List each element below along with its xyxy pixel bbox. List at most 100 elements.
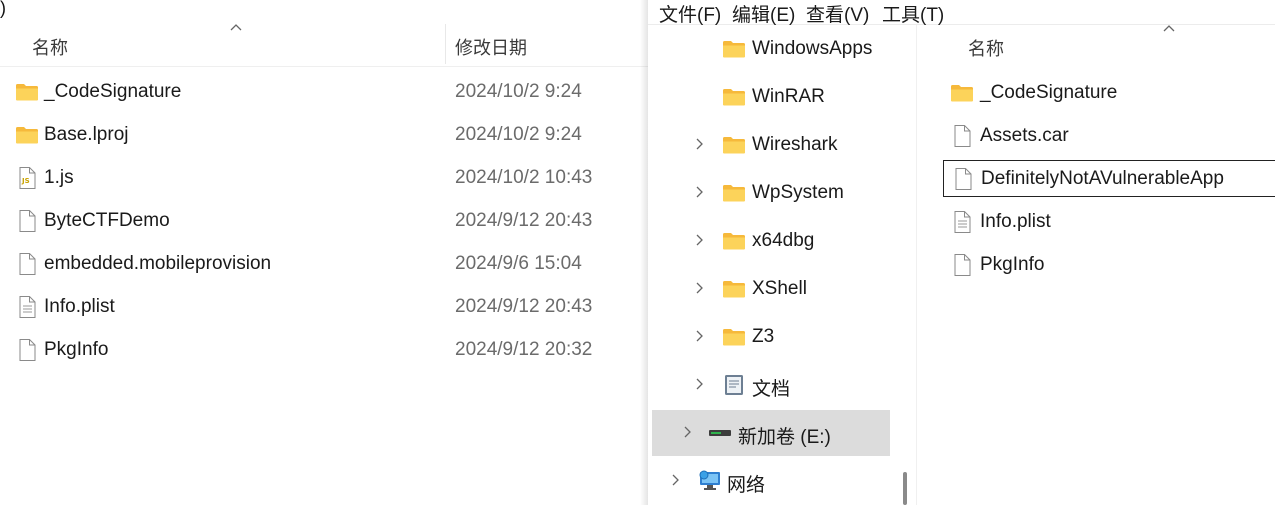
column-divider[interactable] xyxy=(445,24,446,64)
file-name: ByteCTFDemo xyxy=(44,210,170,231)
text-file-icon xyxy=(15,295,39,319)
file-icon xyxy=(15,338,39,362)
nav-item[interactable]: WinRAR xyxy=(648,74,918,120)
nav-item[interactable]: 文档 xyxy=(648,362,918,408)
file-row[interactable]: PkgInfo 2024/9/12 20:32 xyxy=(0,329,648,372)
menu-bar: 文件(F) 编辑(E) 查看(V) 工具(T) xyxy=(648,0,1275,27)
nav-item[interactable]: 网络 xyxy=(648,458,918,504)
chevron-right-icon[interactable] xyxy=(692,280,708,296)
pane-divider[interactable] xyxy=(916,25,917,505)
file-name: PkgInfo xyxy=(44,339,109,360)
nav-item-label: 新加卷 (E:) xyxy=(738,427,831,448)
file-modified-date: 2024/9/12 20:32 xyxy=(455,339,593,360)
sort-ascending-icon[interactable] xyxy=(1162,22,1176,34)
file-row[interactable]: JS 1.js 2024/10/2 10:43 xyxy=(0,157,648,200)
nav-item[interactable]: WpSystem xyxy=(648,170,918,216)
file-name: PkgInfo xyxy=(980,254,1045,275)
nav-item-label: 文档 xyxy=(752,379,791,400)
column-header-name[interactable]: 名称 xyxy=(32,34,68,60)
right-explorer-window: 文件(F) 编辑(E) 查看(V) 工具(T) WindowsApps WinRA… xyxy=(640,0,1275,505)
folder-icon xyxy=(722,277,746,301)
title-fragment: ) xyxy=(0,0,6,18)
file-row[interactable]: PkgInfo xyxy=(918,244,1275,287)
file-row[interactable]: _CodeSignature xyxy=(918,72,1275,115)
column-header-date[interactable]: 修改日期 xyxy=(455,34,527,60)
file-modified-date: 2024/9/6 15:04 xyxy=(455,253,582,274)
file-row[interactable]: embedded.mobileprovision 2024/9/6 15:04 xyxy=(0,243,648,286)
column-header-name[interactable]: 名称 xyxy=(968,35,1004,61)
file-modified-date: 2024/10/2 10:43 xyxy=(455,167,593,188)
file-icon xyxy=(950,253,974,277)
folder-icon xyxy=(722,181,746,205)
sort-ascending-icon[interactable] xyxy=(229,21,243,33)
menu-view[interactable]: 查看(V) xyxy=(806,0,869,27)
folder-icon xyxy=(15,123,39,147)
folder-icon xyxy=(722,133,746,157)
nav-item[interactable]: WindowsApps xyxy=(648,26,918,72)
file-modified-date: 2024/10/2 9:24 xyxy=(455,124,582,145)
file-icon xyxy=(951,167,975,191)
file-row[interactable]: DefinitelyNotAVulnerableApp xyxy=(943,160,1275,197)
nav-scrollbar-thumb[interactable] xyxy=(903,472,907,505)
svg-text:JS: JS xyxy=(21,177,30,185)
folder-icon xyxy=(722,229,746,253)
chevron-right-icon[interactable] xyxy=(692,328,708,344)
folder-icon xyxy=(722,37,746,61)
menu-file[interactable]: 文件(F) xyxy=(659,0,721,27)
file-pane: 名称 _CodeSignature Assets.car DefinitelyNot… xyxy=(918,25,1275,505)
folder-icon xyxy=(722,85,746,109)
nav-item-label: x64dbg xyxy=(752,230,815,251)
chevron-right-icon[interactable] xyxy=(668,472,684,488)
nav-item-label: WindowsApps xyxy=(752,38,873,59)
nav-item-label: Z3 xyxy=(752,326,775,347)
window-shadow xyxy=(640,0,648,505)
file-row[interactable]: Base.lproj 2024/10/2 9:24 xyxy=(0,114,648,157)
column-header-row xyxy=(0,22,648,67)
nav-item[interactable]: x64dbg xyxy=(648,218,918,264)
file-name: _CodeSignature xyxy=(980,82,1118,103)
file-name: Info.plist xyxy=(44,296,115,317)
chevron-right-icon[interactable] xyxy=(692,376,708,392)
file-modified-date: 2024/10/2 9:24 xyxy=(455,81,582,102)
folder-icon xyxy=(15,80,39,104)
chevron-right-icon[interactable] xyxy=(692,232,708,248)
js-file-icon: JS xyxy=(15,166,39,190)
menu-edit[interactable]: 编辑(E) xyxy=(732,0,795,27)
nav-item-label: WinRAR xyxy=(752,86,825,107)
nav-item[interactable]: 新加卷 (E:) xyxy=(652,410,890,456)
navigation-pane: WindowsApps WinRAR Wireshark WpSystem x64dbg… xyxy=(648,25,918,505)
file-name: DefinitelyNotAVulnerableApp xyxy=(981,168,1224,189)
nav-item-label: 网络 xyxy=(727,475,766,496)
file-name: embedded.mobileprovision xyxy=(44,253,272,274)
chevron-right-icon[interactable] xyxy=(692,184,708,200)
file-name: Info.plist xyxy=(980,211,1051,232)
nav-item[interactable]: Z3 xyxy=(648,314,918,360)
nav-item-label: WpSystem xyxy=(752,182,844,203)
chevron-right-icon[interactable] xyxy=(692,136,708,152)
file-modified-date: 2024/9/12 20:43 xyxy=(455,296,593,317)
nav-item[interactable]: XShell xyxy=(648,266,918,312)
file-icon xyxy=(15,252,39,276)
file-name: _CodeSignature xyxy=(44,81,182,102)
file-icon xyxy=(950,124,974,148)
left-explorer-window: ) 名称 修改日期 _CodeSignature 2024/10/2 9:24 Ba… xyxy=(0,0,648,505)
file-row[interactable]: ByteCTFDemo 2024/9/12 20:43 xyxy=(0,200,648,243)
file-name: Base.lproj xyxy=(44,124,129,145)
menu-tools[interactable]: 工具(T) xyxy=(882,0,944,27)
chevron-right-icon[interactable] xyxy=(680,424,696,440)
drive-icon xyxy=(708,421,732,445)
file-row[interactable]: Info.plist 2024/9/12 20:43 xyxy=(0,286,648,329)
file-icon xyxy=(15,209,39,233)
network-icon xyxy=(698,469,722,493)
file-row[interactable]: _CodeSignature 2024/10/2 9:24 xyxy=(0,71,648,114)
text-file-icon xyxy=(950,210,974,234)
file-name: 1.js xyxy=(44,167,74,188)
documents-icon xyxy=(722,373,746,397)
nav-item-label: XShell xyxy=(752,278,807,299)
nav-item-label: Wireshark xyxy=(752,134,838,155)
file-modified-date: 2024/9/12 20:43 xyxy=(455,210,593,231)
nav-item[interactable]: Wireshark xyxy=(648,122,918,168)
file-row[interactable]: Assets.car xyxy=(918,115,1275,158)
file-row[interactable]: Info.plist xyxy=(918,201,1275,244)
folder-icon xyxy=(722,325,746,349)
